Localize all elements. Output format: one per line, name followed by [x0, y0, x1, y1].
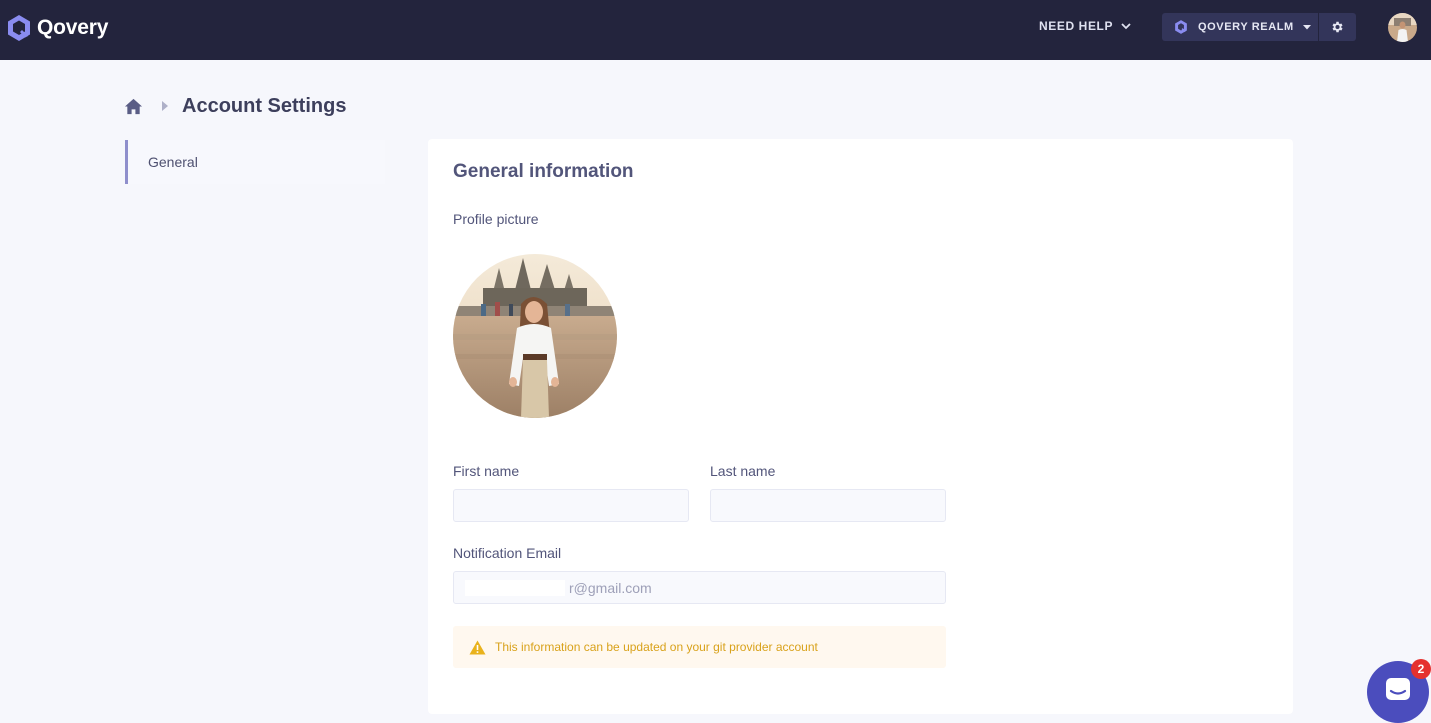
brand-name: Qovery — [37, 16, 109, 39]
warning-icon — [469, 640, 486, 654]
chat-unread-badge: 2 — [1411, 659, 1431, 679]
user-avatar[interactable] — [1388, 13, 1417, 42]
page-title: Account Settings — [182, 94, 347, 117]
organization-settings-button[interactable] — [1319, 13, 1355, 41]
profile-picture-label: Profile picture — [453, 211, 539, 227]
email-redaction — [465, 579, 565, 596]
first-name-field[interactable] — [453, 489, 689, 522]
last-name-label: Last name — [710, 463, 776, 479]
general-information-card: General information Profile picture Firs… — [428, 139, 1293, 714]
qovery-logo-icon — [8, 15, 30, 41]
caret-right-icon — [162, 101, 168, 111]
first-name-label: First name — [453, 463, 520, 479]
notification-email-field[interactable]: r@gmail.com — [453, 571, 946, 604]
info-alert: This information can be updated on your … — [453, 626, 946, 668]
home-icon[interactable] — [124, 97, 143, 116]
profile-photo — [453, 254, 617, 418]
last-name-field[interactable] — [710, 489, 946, 522]
section-title: General information — [453, 161, 634, 182]
top-navbar: Qovery NEED HELP QOVERY REALM — [0, 0, 1431, 60]
organization-switcher: QOVERY REALM — [1162, 13, 1356, 41]
chevron-down-icon — [1121, 23, 1131, 30]
brand-logo[interactable]: Qovery — [4, 13, 108, 43]
sidebar-item-label: General — [148, 154, 198, 170]
organization-name: QOVERY REALM — [1198, 21, 1294, 33]
organization-select-button[interactable]: QOVERY REALM — [1162, 13, 1318, 41]
need-help-label: NEED HELP — [1039, 19, 1114, 33]
settings-sidebar: General — [125, 140, 385, 184]
user-avatar-photo — [1388, 13, 1417, 42]
qovery-org-icon — [1175, 20, 1187, 34]
notification-email-label: Notification Email — [453, 545, 562, 561]
profile-picture[interactable] — [453, 254, 617, 418]
chat-icon — [1386, 678, 1410, 700]
breadcrumb: Account Settings — [124, 94, 346, 118]
caret-down-icon — [1302, 25, 1311, 30]
info-alert-text: This information can be updated on your … — [495, 640, 818, 654]
gear-icon — [1332, 21, 1343, 33]
sidebar-item-general[interactable]: General — [125, 140, 385, 184]
need-help-menu[interactable]: NEED HELP — [1039, 19, 1132, 33]
notification-email-value: r@gmail.com — [569, 579, 652, 596]
